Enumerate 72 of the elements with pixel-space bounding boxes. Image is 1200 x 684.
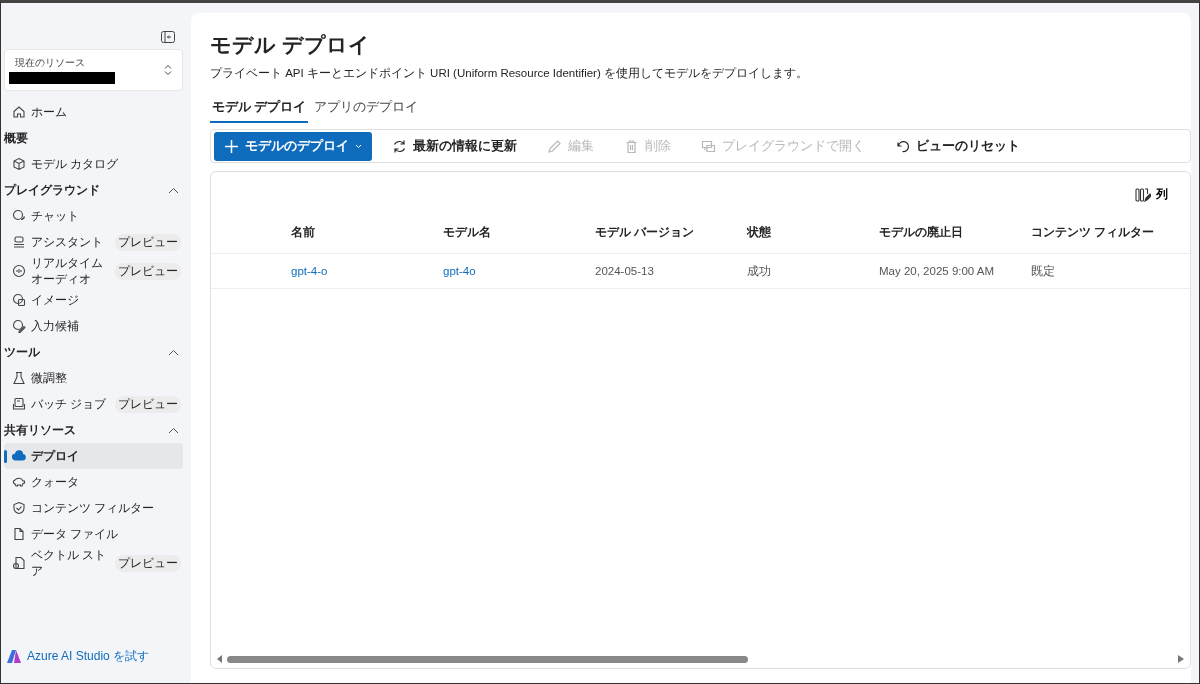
page-description: プライベート API キーとエンドポイント URI (Uniform Resource Identifier) を使用してモデルをデプロイします。 <box>210 66 809 81</box>
nav-item[interactable]: ホーム <box>4 99 183 125</box>
nav-item[interactable]: データ ファイル <box>4 521 183 547</box>
home-icon <box>12 105 26 119</box>
shield-icon <box>12 501 26 515</box>
store-icon <box>12 556 26 570</box>
column-header[interactable]: モデル バージョン <box>595 223 747 241</box>
nav-heading: 概要 <box>4 129 29 147</box>
nav-section[interactable]: ツール <box>4 339 183 365</box>
doc-icon <box>12 397 26 411</box>
toolbar-button[interactable]: 最新の情報に更新 <box>382 133 527 159</box>
chat-icon <box>12 209 26 223</box>
chevron-icon <box>168 186 179 194</box>
wave-icon <box>12 264 26 278</box>
table-cell: May 20, 2025 9:00 AM <box>879 265 995 277</box>
up-down-chevron-icon <box>164 64 172 76</box>
cloud-icon <box>12 449 26 463</box>
column-header[interactable]: 名前 <box>291 223 443 241</box>
chevron-icon <box>168 426 179 434</box>
pen-icon <box>12 319 26 333</box>
deploy-model-button[interactable]: モデルのデプロイ <box>214 131 372 161</box>
plus-icon <box>224 138 239 154</box>
ai-logo-icon <box>7 650 21 663</box>
nav-item[interactable]: コンテンツ フィルター <box>4 495 183 521</box>
pig-icon <box>12 475 26 489</box>
table-cell: 既定 <box>1031 264 1055 277</box>
nav-section[interactable]: プレイグラウンド <box>4 177 183 203</box>
deployment-link[interactable]: gpt-4o <box>443 265 476 277</box>
image-icon <box>12 293 26 307</box>
preview-badge: プレビュー <box>115 233 181 251</box>
tab[interactable]: アプリのデプロイ <box>312 95 421 123</box>
try-studio-link[interactable]: Azure AI Studio を試す <box>27 648 150 665</box>
table-cell: 2024-05-13 <box>595 265 654 277</box>
nav-item[interactable]: モデル カタログ <box>4 151 183 177</box>
toolbar-button[interactable]: ビューのリセット <box>885 133 1030 159</box>
scroll-left-icon[interactable] <box>217 655 223 663</box>
resource-label: 現在のリソース <box>14 56 86 70</box>
nav-item[interactable]: バッチ ジョブ プレビュー <box>4 391 183 417</box>
cube-icon <box>12 157 26 171</box>
table-cell: 成功 <box>747 264 771 277</box>
scroll-right-icon[interactable] <box>1178 655 1184 663</box>
nav-item[interactable]: デプロイ <box>4 443 183 469</box>
columns-button[interactable]: 列 <box>1133 184 1170 205</box>
column-header[interactable]: モデルの廃止日 <box>879 223 1031 241</box>
page-title: モデル デプロイ <box>210 32 371 58</box>
file-icon <box>12 527 26 541</box>
nav-item[interactable]: アシスタント プレビュー <box>4 229 183 255</box>
nav-item[interactable]: クォータ <box>4 469 183 495</box>
tab[interactable]: モデル デプロイ <box>210 95 309 123</box>
nav-item[interactable]: イメージ <box>4 287 183 313</box>
chevron-icon <box>168 348 179 356</box>
nav-item[interactable]: 入力候補 <box>4 313 183 339</box>
nav-item[interactable]: リアルタイムオーディオ プレビュー <box>4 255 183 287</box>
refresh-icon <box>392 138 407 154</box>
deployment-link[interactable]: gpt-4-o <box>291 265 328 277</box>
pencil-icon <box>547 138 562 154</box>
nav-item[interactable]: チャット <box>4 203 183 229</box>
preview-badge: プレビュー <box>115 554 181 572</box>
preview-badge: プレビュー <box>115 395 181 413</box>
collapse-sidebar-icon[interactable] <box>161 31 175 43</box>
flask-icon <box>12 371 26 385</box>
preview-badge: プレビュー <box>115 262 181 280</box>
caret-icon <box>355 143 362 149</box>
column-header[interactable]: 状態 <box>747 223 879 241</box>
column-header[interactable]: コンテンツ フィルター <box>1031 223 1183 241</box>
column-header[interactable]: モデル名 <box>443 223 595 241</box>
trash-icon <box>624 138 639 154</box>
nav-item[interactable]: 微調整 <box>4 365 183 391</box>
resource-picker[interactable]: 現在のリソース <box>4 49 183 91</box>
nav-section[interactable]: 共有リソース <box>4 417 183 443</box>
columns-icon <box>1135 187 1151 202</box>
undo-icon <box>895 138 910 154</box>
